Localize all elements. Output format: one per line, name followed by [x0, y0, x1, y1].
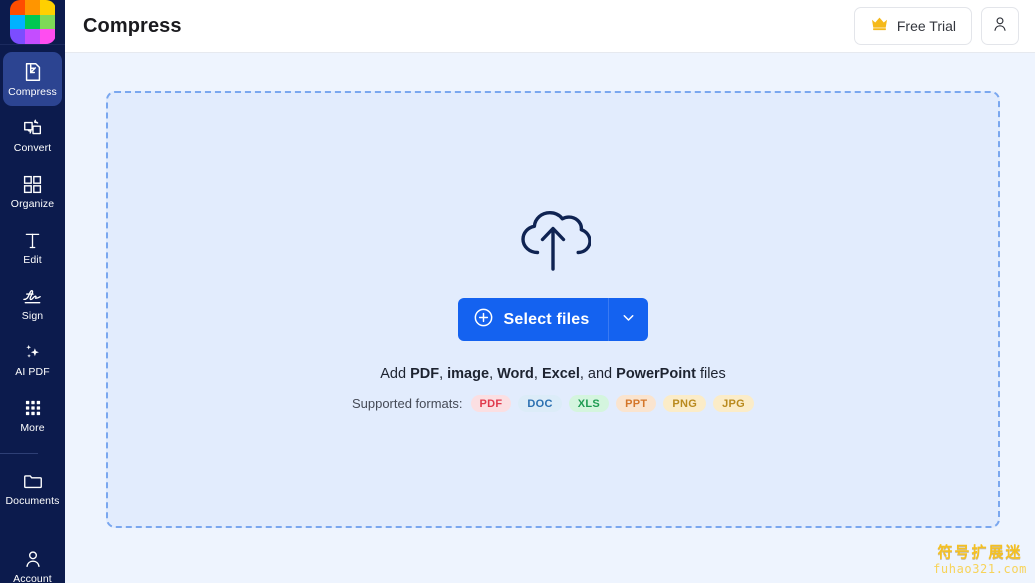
logo-tile: [24, 14, 41, 30]
chevron-down-icon: [620, 309, 637, 331]
sidebar-item-compress[interactable]: Compress: [0, 51, 65, 107]
file-type-name: PDF: [410, 366, 440, 382]
select-files-label: Select files: [503, 310, 590, 328]
sidebar: Compress Convert Organize Edit Sign AI P…: [0, 0, 65, 583]
cloud-upload-icon: [515, 207, 592, 278]
file-type-name: PowerPoint: [616, 366, 696, 382]
supported-formats-row: Supported formats: PDF DOC XLS PPT PNG JPG: [351, 395, 755, 412]
logo-container[interactable]: [0, 0, 65, 45]
sidebar-nav: Compress Convert Organize Edit Sign AI P…: [0, 45, 65, 583]
convert-icon: [22, 116, 44, 140]
format-chip: PNG: [663, 395, 707, 412]
sidebar-item-label: AI PDF: [15, 366, 50, 378]
file-type-name: Word: [497, 366, 534, 382]
organize-icon: [22, 172, 43, 196]
signature-icon: [21, 284, 44, 308]
sidebar-item-documents[interactable]: Documents: [0, 460, 65, 516]
sidebar-item-label: Compress: [8, 86, 57, 98]
format-chip: PDF: [470, 395, 512, 412]
select-files-dropdown-button[interactable]: [607, 298, 648, 341]
file-type-name: image: [447, 366, 490, 382]
app-root: Compress Convert Organize Edit Sign AI P…: [0, 0, 1035, 583]
sidebar-item-label: Convert: [13, 142, 52, 154]
user-icon: [22, 547, 44, 571]
sidebar-item-ai-pdf[interactable]: AI PDF: [0, 331, 65, 387]
format-chip: XLS: [568, 395, 610, 412]
logo-tile: [40, 0, 56, 15]
account-button[interactable]: [981, 7, 1019, 45]
file-type-name: Excel: [541, 366, 580, 382]
sidebar-item-label: Edit: [23, 254, 42, 266]
header: Compress Free Trial: [65, 0, 1035, 53]
sidebar-item-more[interactable]: More: [0, 387, 65, 443]
free-trial-button[interactable]: Free Trial: [853, 7, 972, 45]
format-chip-list: PDF DOC XLS PPT PNG JPG: [470, 395, 755, 412]
file-dropzone[interactable]: Select files Add PDF, image, Word, Excel…: [106, 91, 1000, 528]
sidebar-item-edit[interactable]: Edit: [0, 219, 65, 275]
logo-tile: [9, 29, 25, 44]
content-area: Select files Add PDF, image, Word, Excel…: [65, 53, 1035, 583]
format-chip: PPT: [616, 395, 657, 412]
select-files-button[interactable]: Select files: [458, 298, 608, 341]
logo-tile: [24, 29, 41, 44]
logo-tile: [40, 14, 56, 30]
logo-tile: [9, 14, 25, 30]
sidebar-divider: [0, 453, 38, 454]
sidebar-item-sign[interactable]: Sign: [0, 275, 65, 331]
sidebar-item-label: More: [20, 422, 45, 434]
sidebar-item-label: Account: [13, 573, 52, 583]
page-title: Compress: [83, 14, 182, 37]
sidebar-item-account[interactable]: Account: [0, 538, 65, 583]
sidebar-item-convert[interactable]: Convert: [0, 107, 65, 163]
compress-icon: [22, 60, 44, 84]
sidebar-item-label: Sign: [21, 310, 44, 322]
supported-types-sentence: Add PDF, image, Word, Excel, and PowerPo…: [380, 366, 726, 382]
logo-tile: [40, 29, 56, 44]
sidebar-item-organize[interactable]: Organize: [0, 163, 65, 219]
app-logo[interactable]: [9, 0, 56, 44]
grid-dots-icon: [23, 396, 43, 420]
header-actions: Free Trial: [853, 7, 1019, 45]
user-icon: [990, 14, 1010, 39]
format-chip: DOC: [518, 395, 562, 412]
logo-tile: [24, 0, 41, 15]
select-files-group: Select files: [458, 298, 648, 341]
logo-tile: [9, 0, 25, 15]
plus-circle-icon: [473, 307, 494, 333]
crown-icon: [870, 16, 889, 36]
format-chip: JPG: [713, 395, 755, 412]
sparkles-icon: [21, 340, 44, 364]
sidebar-item-label: Organize: [10, 198, 55, 210]
edit-text-icon: [22, 228, 43, 252]
main-area: Compress Free Trial Select files Add PDF…: [65, 0, 1035, 583]
supported-formats-label: Supported formats:: [351, 396, 463, 411]
folder-icon: [22, 469, 44, 493]
free-trial-label: Free Trial: [896, 18, 956, 34]
sidebar-item-label: Documents: [5, 495, 60, 507]
